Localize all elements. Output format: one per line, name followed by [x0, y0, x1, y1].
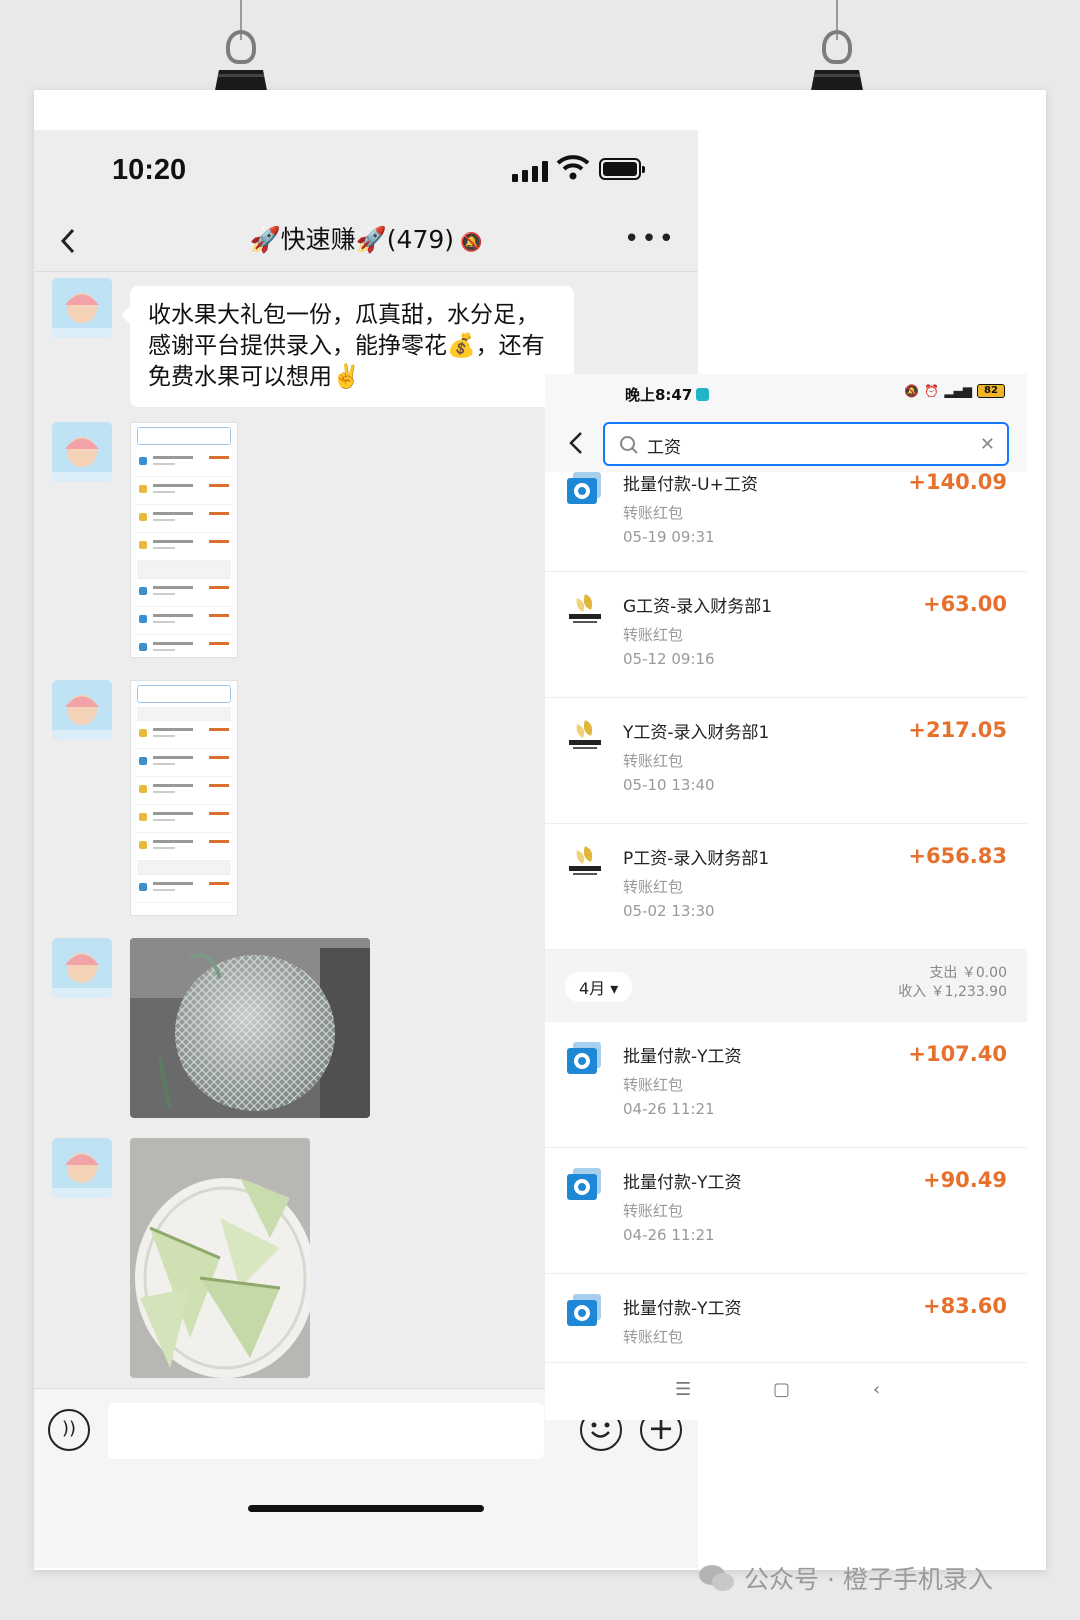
clear-icon[interactable]: ✕	[980, 434, 995, 455]
team-logo-icon	[567, 844, 603, 878]
home-square-icon[interactable]: ▢	[773, 1379, 790, 1400]
bill-list-item[interactable]: 批量付款-Y工资 转账红包 04-26 11:21 +107.40	[545, 1022, 1027, 1148]
bill-item-amount: +90.49	[922, 1168, 1007, 1192]
group-title: 🚀快速赚🚀(479) 🔕	[34, 220, 698, 256]
avatar[interactable]	[52, 680, 112, 740]
watermark-text: 公众号 · 橙子手机录入	[744, 1565, 993, 1594]
bill-item-name: P工资-录入财务部1	[623, 849, 770, 869]
back-triangle-icon[interactable]: ‹	[873, 1379, 880, 1400]
bill-item-date: 04-26 11:21	[623, 1226, 715, 1244]
app-notify-icon	[696, 388, 710, 401]
bill-item-subtitle: 转账红包	[623, 626, 684, 644]
menu-icon[interactable]: ☰	[675, 1379, 691, 1400]
bill-item-amount: +217.05	[908, 718, 1007, 742]
melon-photo-message[interactable]	[130, 938, 370, 1118]
bill-item-date: 05-19 09:31	[623, 528, 715, 546]
expense-total: 支出 ￥0.00	[929, 965, 1007, 981]
bill-item-subtitle: 转账红包	[623, 1202, 684, 1220]
status-time: 10:20	[112, 154, 187, 186]
bill-item-name: 批量付款-U+工资	[623, 475, 758, 495]
bill-item-subtitle: 转账红包	[623, 1076, 684, 1094]
bill-list-item[interactable]: Y工资-录入财务部1 转账红包 05-10 13:40 +217.05	[545, 698, 1027, 824]
alipay-transfer-icon	[567, 1294, 603, 1328]
bill-item-amount: +107.40	[908, 1042, 1007, 1066]
alarm-icon: ⏰	[924, 384, 940, 398]
bill-status-time: 晚上8:47	[625, 384, 710, 405]
alipay-transfer-icon	[567, 1042, 603, 1076]
bill-item-date: 05-12 09:16	[623, 650, 715, 668]
month-selector[interactable]: 4月 ▾	[565, 972, 633, 1002]
message-bubble[interactable]: 收水果大礼包一份，瓜真甜，水分足，感谢平台提供录入，能挣零花💰，还有免费水果可以…	[121, 286, 574, 407]
wechat-official-account-watermark: 公众号 · 橙子手机录入	[698, 1560, 993, 1596]
bill-list-item[interactable]: 批量付款-U+工资 转账红包 05-19 09:31 +140.09	[545, 470, 1027, 572]
bill-item-amount: +63.00	[922, 592, 1007, 616]
bill-item-name: 批量付款-Y工资	[623, 1299, 742, 1319]
back-arrow-icon[interactable]	[565, 430, 587, 456]
home-indicator	[248, 1505, 484, 1512]
phone-status-bar: 10:20	[34, 130, 698, 210]
month-totals: 支出 ￥0.00 收入 ￥1,233.90	[898, 964, 1007, 1002]
bill-list-item[interactable]: G工资-录入财务部1 转账红包 05-12 09:16 +63.00	[545, 572, 1027, 698]
wechat-logo-icon	[699, 1565, 734, 1591]
wifi-icon	[556, 155, 590, 180]
signal-icon	[512, 160, 548, 182]
search-icon	[620, 436, 638, 454]
bill-item-amount: +656.83	[908, 844, 1007, 868]
bill-item-subtitle: 转账红包	[623, 504, 684, 522]
team-logo-icon	[567, 718, 603, 752]
chat-navbar: 🚀快速赚🚀(479) 🔕 •••	[34, 210, 698, 272]
message-input[interactable]	[108, 1403, 544, 1459]
bill-item-subtitle: 转账红包	[623, 878, 684, 896]
caret-down-icon: ▾	[610, 979, 619, 998]
voice-input-icon[interactable]: ))	[48, 1409, 90, 1451]
team-logo-icon	[567, 592, 603, 626]
bill-item-name: Y工资-录入财务部1	[623, 723, 770, 743]
bill-item-amount: +140.09	[908, 470, 1007, 494]
signal-icon: ▂▄▆	[944, 384, 972, 398]
bill-item-date: 05-10 13:40	[623, 776, 715, 794]
search-query: 工资	[647, 438, 681, 458]
mute-bell-icon: 🔕	[460, 232, 483, 253]
bill-item-date: 05-02 13:30	[623, 902, 715, 920]
mute-icon: 🔕	[904, 384, 920, 398]
bill-item-date: 04-26 11:21	[623, 1100, 715, 1118]
bill-system-icons: 🔕 ⏰ ▂▄▆ 82	[904, 384, 1005, 398]
month-summary-bar: 4月 ▾ 支出 ￥0.00 收入 ￥1,233.90	[545, 950, 1027, 1022]
avatar[interactable]	[52, 938, 112, 998]
income-total: 收入 ￥1,233.90	[898, 984, 1007, 1000]
search-input[interactable]: 工资 ✕	[603, 422, 1009, 466]
bill-status-bar: 晚上8:47 🔕 ⏰ ▂▄▆ 82	[545, 374, 1027, 414]
bill-item-name: 批量付款-Y工资	[623, 1047, 742, 1067]
alipay-transfer-icon	[567, 472, 603, 506]
bill-search-row: 工资 ✕	[545, 414, 1027, 472]
android-nav-bar: ☰ ▢ ‹	[545, 1362, 1027, 1420]
group-title-text: 🚀快速赚🚀(479)	[249, 225, 455, 254]
avatar[interactable]	[52, 1138, 112, 1198]
bill-item-name: 批量付款-Y工资	[623, 1173, 742, 1193]
bill-item-subtitle: 转账红包	[623, 1328, 684, 1346]
bill-item-subtitle: 转账红包	[623, 752, 684, 770]
bill-list-item[interactable]: P工资-录入财务部1 转账红包 05-02 13:30 +656.83	[545, 824, 1027, 950]
battery-icon	[599, 158, 645, 180]
bill-item-amount: +83.60	[922, 1294, 1007, 1318]
more-options-icon[interactable]: •••	[624, 224, 676, 254]
bill-item-name: G工资-录入财务部1	[623, 597, 773, 617]
battery-icon: 82	[977, 384, 1005, 398]
bill-list: 批量付款-U+工资 转账红包 05-19 09:31 +140.09 G工资-录入财务部…	[545, 470, 1027, 1400]
alipay-bill-screen: 晚上8:47 🔕 ⏰ ▂▄▆ 82 工资 ✕ 批量付款-U+工资 转账红包 05-1…	[545, 374, 1027, 1420]
avatar[interactable]	[52, 278, 112, 338]
avatar[interactable]	[52, 422, 112, 482]
bill-list-item[interactable]: 批量付款-Y工资 转账红包 04-26 11:21 +90.49	[545, 1148, 1027, 1274]
screenshot-image-message[interactable]	[130, 680, 238, 916]
sliced-melon-photo-message[interactable]	[130, 1138, 310, 1378]
screenshot-image-message[interactable]	[130, 422, 238, 658]
alipay-transfer-icon	[567, 1168, 603, 1202]
